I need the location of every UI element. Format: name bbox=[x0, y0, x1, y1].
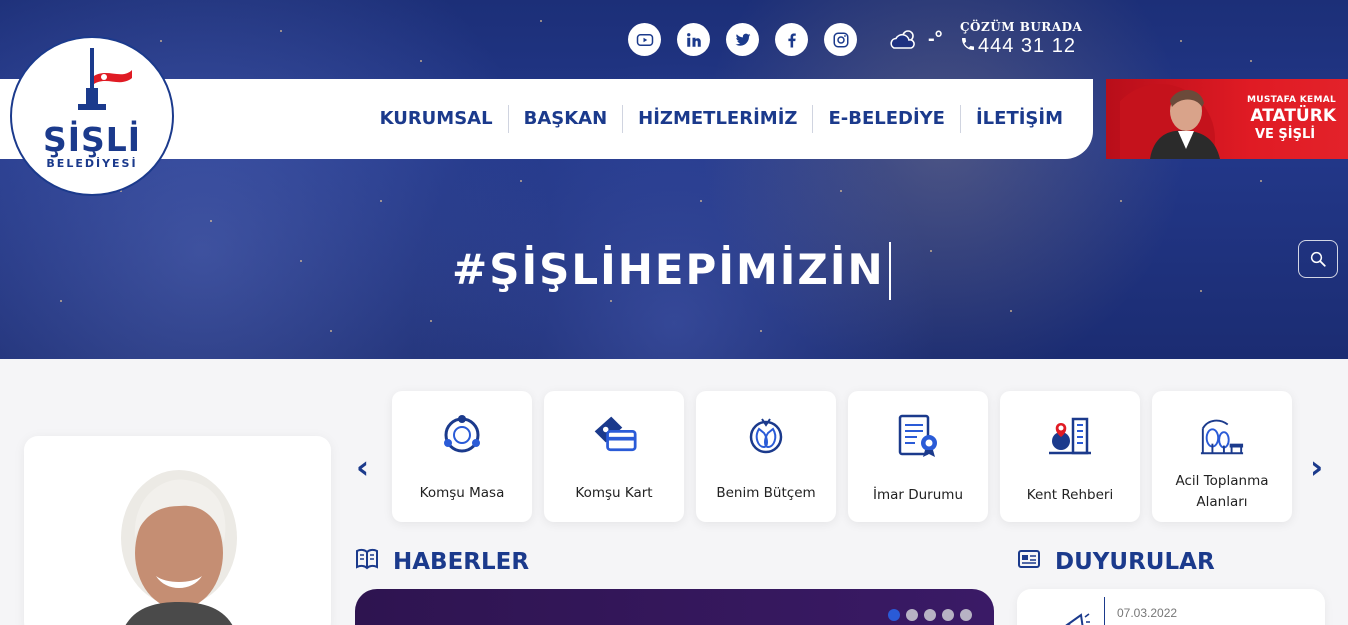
temperature-value: -° bbox=[928, 27, 943, 50]
service-label: İmar Durumu bbox=[872, 487, 963, 503]
phone-icon bbox=[960, 35, 976, 58]
megaphone-icon bbox=[1063, 611, 1093, 625]
komsu-kart-icon bbox=[591, 413, 637, 457]
tower-logo-icon bbox=[78, 48, 132, 110]
facebook-icon[interactable] bbox=[775, 23, 808, 56]
service-card-acil-toplanma[interactable]: Acil Toplanma Alanları bbox=[1152, 391, 1292, 522]
slider-dot[interactable] bbox=[924, 609, 936, 621]
hero-hashtag: #ŞİŞLİHEPİMİZİN bbox=[452, 238, 891, 300]
mayor-card[interactable] bbox=[24, 436, 331, 625]
nav-baskan[interactable]: BAŞKAN bbox=[507, 105, 623, 133]
social-links bbox=[628, 23, 857, 56]
service-card-benim-butcem[interactable]: Benim Bütçem bbox=[696, 391, 836, 522]
slider-dot[interactable] bbox=[960, 609, 972, 621]
service-label: Acil Toplanma Alanları bbox=[1176, 471, 1269, 513]
hotline[interactable]: ÇÖZÜM BURADA 444 31 12 bbox=[960, 20, 1082, 58]
announcement-date: 07.03.2022 bbox=[1117, 606, 1178, 620]
twitter-icon[interactable] bbox=[726, 23, 759, 56]
search-icon bbox=[1310, 251, 1326, 267]
city-guide-icon bbox=[1047, 413, 1093, 459]
youtube-icon[interactable] bbox=[628, 23, 661, 56]
zoning-document-icon bbox=[895, 413, 941, 459]
main-nav: KURUMSAL BAŞKAN HİZMETLERİMİZ E-BELEDİYE… bbox=[365, 79, 1093, 159]
nav-e-belediye[interactable]: E-BELEDİYE bbox=[812, 105, 960, 133]
site-logo[interactable]: ŞİŞLİ BELEDİYESİ bbox=[10, 36, 174, 196]
slider-dot[interactable] bbox=[906, 609, 918, 621]
announcements-section-header: DUYURULAR bbox=[1017, 548, 1215, 576]
announcement-divider bbox=[1104, 597, 1105, 625]
announcements-title[interactable]: DUYURULAR bbox=[1055, 549, 1215, 575]
ataturk-banner[interactable]: MUSTAFA KEMAL ATATÜRK VE ŞİŞLİ bbox=[1106, 79, 1348, 159]
service-label: Benim Bütçem bbox=[716, 485, 816, 501]
typing-caret bbox=[888, 242, 891, 300]
hotline-label: ÇÖZÜM BURADA bbox=[960, 20, 1083, 34]
service-label: Kent Rehberi bbox=[1026, 487, 1114, 503]
logo-name: ŞİŞLİ bbox=[42, 120, 142, 159]
instagram-icon[interactable] bbox=[824, 23, 857, 56]
service-card-kent-rehberi[interactable]: Kent Rehberi bbox=[1000, 391, 1140, 522]
carousel-prev-button[interactable]: ‹ bbox=[356, 448, 369, 486]
newspaper-icon bbox=[1017, 548, 1041, 576]
cloud-icon bbox=[888, 28, 922, 56]
news-slider[interactable] bbox=[355, 589, 994, 625]
komsu-masa-icon bbox=[439, 413, 485, 457]
linkedin-icon[interactable] bbox=[677, 23, 710, 56]
nav-kurumsal[interactable]: KURUMSAL bbox=[365, 105, 508, 133]
service-label: Komşu Kart bbox=[575, 485, 653, 501]
book-icon bbox=[355, 548, 379, 576]
banner-line-3: VE ŞİŞLİ bbox=[1254, 127, 1316, 142]
logo-sub: BELEDİYESİ bbox=[46, 157, 138, 170]
mayor-photo bbox=[121, 470, 237, 625]
hotline-number: 444 31 12 bbox=[978, 35, 1076, 57]
search-button[interactable] bbox=[1298, 240, 1338, 278]
hashtag-text: #ŞİŞLİHEPİMİZİN bbox=[452, 244, 885, 294]
nav-iletisim[interactable]: İLETİŞİM bbox=[959, 105, 1078, 133]
nav-hizmetlerimiz[interactable]: HİZMETLERİMİZ bbox=[622, 105, 812, 133]
service-label-line-1: Acil Toplanma bbox=[1175, 473, 1269, 489]
weather-widget: -° bbox=[888, 28, 943, 56]
announcement-item[interactable]: 07.03.2022 bbox=[1017, 589, 1325, 625]
budget-icon bbox=[743, 413, 789, 457]
service-label: Komşu Masa bbox=[419, 485, 505, 501]
slider-dot[interactable] bbox=[942, 609, 954, 621]
services-carousel: Komşu Masa Komşu Kart Benim Bütçem İmar … bbox=[392, 391, 1292, 522]
banner-line-2: ATATÜRK bbox=[1250, 106, 1336, 126]
slider-dot[interactable] bbox=[888, 609, 900, 621]
service-label-line-2: Alanları bbox=[1196, 494, 1248, 510]
banner-line-1: MUSTAFA KEMAL bbox=[1246, 95, 1336, 105]
carousel-next-button[interactable]: › bbox=[1310, 448, 1323, 486]
news-section-header: HABERLER bbox=[355, 548, 529, 576]
service-card-komsu-masa[interactable]: Komşu Masa bbox=[392, 391, 532, 522]
service-card-imar-durumu[interactable]: İmar Durumu bbox=[848, 391, 988, 522]
slider-dots bbox=[888, 609, 972, 621]
assembly-area-icon bbox=[1199, 413, 1245, 459]
service-card-komsu-kart[interactable]: Komşu Kart bbox=[544, 391, 684, 522]
ataturk-portrait bbox=[1120, 84, 1220, 159]
news-title[interactable]: HABERLER bbox=[393, 549, 529, 575]
